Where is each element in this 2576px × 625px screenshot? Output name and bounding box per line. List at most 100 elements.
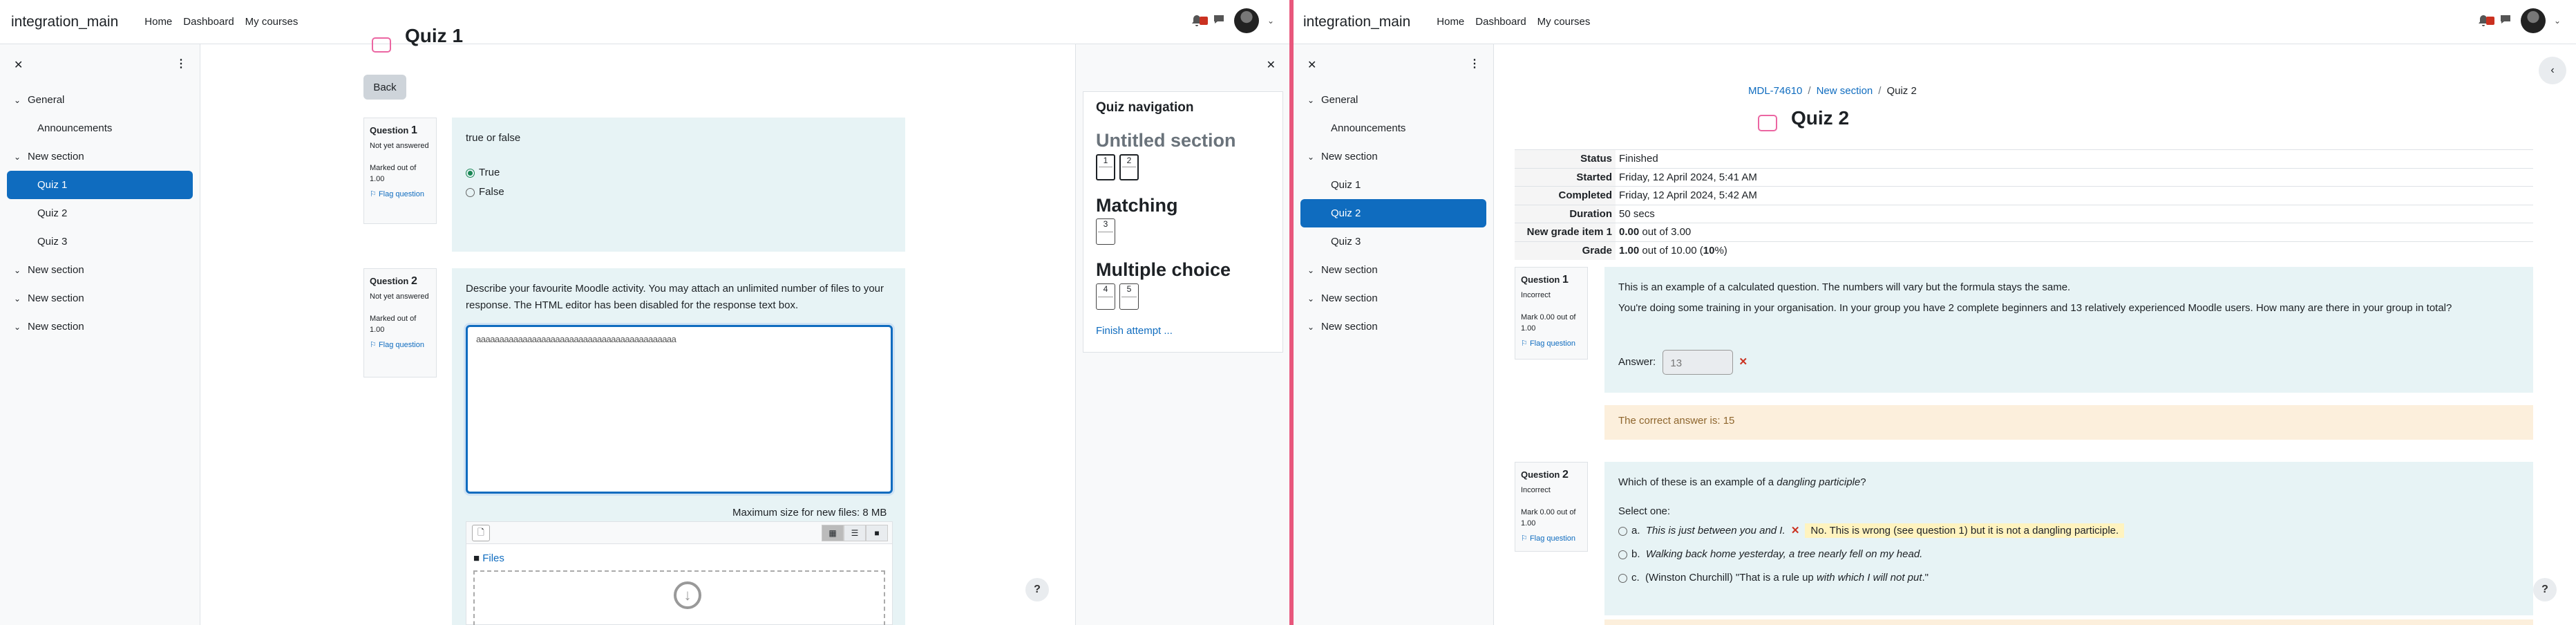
chevron-down-icon[interactable]: ⌄: [14, 294, 28, 304]
chevron-down-icon[interactable]: ⌄: [14, 152, 28, 162]
radio-true[interactable]: [466, 168, 475, 178]
messages-icon[interactable]: [1212, 12, 1226, 29]
review-question-1-info: Question 1 Incorrect Mark 0.00 out of 1.…: [1515, 267, 1588, 360]
course-item-quiz-3[interactable]: Quiz 3: [7, 227, 193, 256]
question-text: Describe your favourite Moodle activity.…: [466, 283, 884, 311]
user-menu-chevron-icon[interactable]: ⌄: [2554, 16, 2561, 26]
course-item-quiz-1[interactable]: Quiz 1: [1300, 171, 1486, 199]
flag-question-link[interactable]: ⚐ Flag question: [370, 189, 430, 200]
chevron-down-icon[interactable]: ⌄: [1307, 322, 1321, 332]
course-item-announcements[interactable]: Announcements: [7, 114, 193, 142]
chevron-down-icon[interactable]: ⌄: [14, 95, 28, 105]
flag-question-link[interactable]: ⚐ Flag question: [370, 340, 430, 351]
quiz-nav-question-button[interactable]: 4: [1096, 283, 1115, 310]
flag-icon: ⚐: [370, 189, 377, 198]
chevron-down-icon[interactable]: ⌄: [14, 322, 28, 332]
view-tree-icon[interactable]: ■: [866, 525, 888, 541]
course-section-new-2[interactable]: ⌄ New section: [0, 256, 200, 284]
course-section-new-3[interactable]: ⌄ New section: [1294, 284, 1493, 312]
breadcrumb-current: Quiz 2: [1886, 85, 1917, 97]
course-index-drawer: ✕ ⋮ ⌄ General Announcements ⌄ New section …: [1294, 44, 1494, 625]
course-section-new-2[interactable]: ⌄ New section: [1294, 256, 1493, 284]
chevron-down-icon[interactable]: ⌄: [1307, 152, 1321, 162]
more-options-icon[interactable]: ⋮: [1469, 57, 1480, 71]
site-brand[interactable]: integration_main: [1303, 14, 1410, 30]
quiz-nav-section: Untitled section: [1096, 130, 1236, 151]
nav-dashboard[interactable]: Dashboard: [1475, 16, 1526, 28]
view-icons-icon[interactable]: ▦: [822, 525, 844, 541]
user-menu-chevron-icon[interactable]: ⌄: [1267, 16, 1274, 26]
notification-bell-icon[interactable]: [1190, 14, 1208, 28]
question-2-info: Question 2 Not yet answered Marked out o…: [363, 268, 437, 377]
radio-c[interactable]: [1618, 573, 1627, 583]
more-options-icon[interactable]: ⋮: [176, 57, 187, 71]
course-section-new-1[interactable]: ⌄ New section: [1294, 142, 1493, 171]
folder-icon: ■: [473, 552, 480, 564]
nav-my-courses[interactable]: My courses: [1537, 16, 1591, 28]
option-a[interactable]: a. This is just between you and I. ✕ No. …: [1618, 523, 2519, 539]
top-navbar: integration_main Home Dashboard My cours…: [1289, 0, 2576, 44]
course-section-new-4[interactable]: ⌄ New section: [1294, 312, 1493, 341]
notification-count-badge: [1199, 17, 1208, 25]
course-section-general[interactable]: ⌄ General: [0, 86, 200, 114]
add-file-icon[interactable]: 🗋: [472, 525, 490, 541]
nav-home[interactable]: Home: [144, 16, 172, 28]
chevron-down-icon[interactable]: ⌄: [14, 265, 28, 275]
course-section-general[interactable]: ⌄ General: [1294, 86, 1493, 114]
radio-false[interactable]: [466, 187, 475, 197]
files-breadcrumb[interactable]: Files: [482, 552, 504, 564]
view-details-icon[interactable]: ☰: [844, 525, 866, 541]
flag-icon: ⚐: [370, 340, 377, 349]
flag-question-link[interactable]: ⚐ Flag question: [1521, 339, 1582, 350]
course-item-announcements[interactable]: Announcements: [1300, 114, 1486, 142]
close-icon[interactable]: ✕: [1267, 58, 1276, 72]
left-window: integration_main Home Dashboard My cours…: [0, 0, 1289, 625]
breadcrumb-section[interactable]: New section: [1817, 85, 1873, 97]
open-block-drawer-button[interactable]: ‹: [2539, 57, 2566, 84]
chevron-down-icon[interactable]: ⌄: [1307, 265, 1321, 275]
messages-icon[interactable]: [2499, 12, 2512, 29]
feedback-strip: [1604, 619, 2533, 625]
flag-question-link[interactable]: ⚐ Flag question: [1521, 534, 1582, 545]
question-text: Which of these is an example of a dangli…: [1618, 476, 1866, 488]
answer-input[interactable]: 13: [1663, 350, 1734, 375]
close-icon[interactable]: ✕: [1307, 58, 1316, 72]
quiz-nav-question-button[interactable]: 3: [1096, 218, 1115, 245]
option-false[interactable]: False: [466, 184, 891, 200]
download-arrow-icon: ↓: [674, 581, 701, 609]
back-button[interactable]: Back: [363, 75, 406, 100]
course-item-quiz-1[interactable]: Quiz 1: [7, 171, 193, 199]
help-button[interactable]: ?: [2533, 578, 2557, 601]
response-textarea[interactable]: aaaaaaaaaaaaaaaaaaaaaaaaaaaaaaaaaaaaaaaa…: [466, 325, 893, 494]
radio-a[interactable]: [1618, 526, 1627, 536]
quiz-nav-question-button[interactable]: 5: [1119, 283, 1139, 310]
user-avatar[interactable]: [2520, 8, 2546, 33]
option-b[interactable]: b. Walking back home yesterday, a tree n…: [1618, 546, 2519, 563]
radio-b[interactable]: [1618, 550, 1627, 559]
user-avatar[interactable]: [1233, 8, 1259, 33]
nav-home[interactable]: Home: [1437, 16, 1464, 28]
chevron-down-icon[interactable]: ⌄: [1307, 95, 1321, 105]
course-section-new-4[interactable]: ⌄ New section: [0, 312, 200, 341]
close-icon[interactable]: ✕: [14, 58, 23, 72]
page-title: Quiz 2: [1791, 107, 1850, 129]
quiz-nav-question-button[interactable]: 1: [1096, 153, 1115, 180]
notification-bell-icon[interactable]: [2476, 14, 2494, 28]
course-item-quiz-2[interactable]: Quiz 2: [1300, 199, 1486, 227]
review-question-2-content: Which of these is an example of a dangli…: [1604, 462, 2533, 615]
file-drop-zone[interactable]: ↓: [473, 570, 885, 625]
quiz-nav-question-button[interactable]: 2: [1119, 153, 1139, 180]
site-brand[interactable]: integration_main: [11, 14, 118, 30]
course-section-new-1[interactable]: ⌄ New section: [0, 142, 200, 171]
quiz-icon: [1758, 115, 1777, 131]
option-true[interactable]: True: [466, 165, 891, 181]
chevron-down-icon[interactable]: ⌄: [1307, 294, 1321, 304]
course-item-quiz-3[interactable]: Quiz 3: [1300, 227, 1486, 256]
user-tools: ⌄: [2476, 8, 2561, 33]
help-button[interactable]: ?: [1025, 578, 1049, 601]
breadcrumb-course[interactable]: MDL-74610: [1748, 85, 1802, 97]
finish-attempt-link[interactable]: Finish attempt ...: [1096, 325, 1270, 337]
course-section-new-3[interactable]: ⌄ New section: [0, 284, 200, 312]
option-c[interactable]: c. (Winston Churchill) "That is a rule u…: [1618, 570, 2519, 586]
course-item-quiz-2[interactable]: Quiz 2: [7, 199, 193, 227]
